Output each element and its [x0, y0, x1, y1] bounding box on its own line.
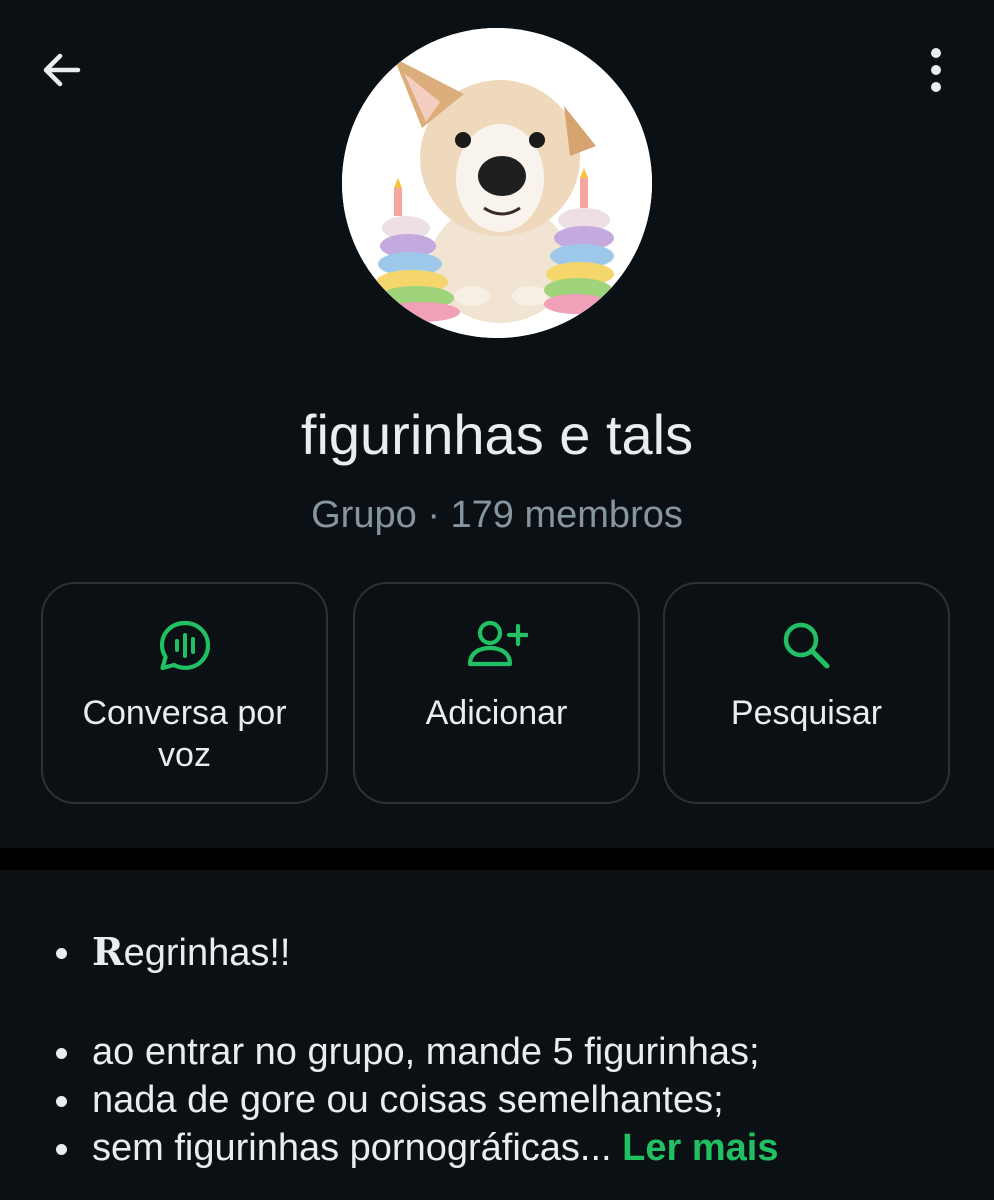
group-info-screen: figurinhas e tals Grupo · 179 membros Co… — [0, 0, 994, 1200]
add-member-label: Adicionar — [425, 694, 568, 732]
rule-item: sem figurinhas pornográficas... Ler mais — [0, 1124, 994, 1172]
vertical-dots-icon — [931, 48, 941, 92]
arrow-left-icon — [43, 53, 81, 87]
puppy-with-cake-photo — [342, 28, 652, 338]
rule-item: nada de gore ou coisas semelhantes; — [0, 1076, 994, 1124]
search-icon — [783, 622, 829, 669]
description-heading: Regrinhas!! — [0, 928, 994, 976]
group-type-label: Grupo — [311, 494, 417, 536]
voice-chat-icon — [159, 620, 210, 671]
heading-rest: egrinhas!! — [123, 932, 291, 974]
subtitle-separator: · — [427, 494, 440, 536]
search-button[interactable]: Pesquisar — [663, 582, 950, 804]
quick-actions: Conversa por voz Adicionar Pesquisar — [41, 582, 953, 808]
rule-text: nada de gore ou coisas semelhantes; — [92, 1079, 724, 1121]
bullet-dot — [56, 1096, 67, 1107]
read-more-link[interactable]: Ler mais — [622, 1127, 778, 1169]
rule-item: ao entrar no grupo, mande 5 figurinhas; — [0, 1028, 994, 1076]
section-divider — [0, 848, 994, 870]
back-button[interactable] — [30, 40, 94, 100]
group-avatar[interactable] — [342, 28, 652, 338]
bullet-dot — [56, 1144, 67, 1155]
rule-text: sem figurinhas pornográficas... — [92, 1127, 612, 1169]
member-count: 179 membros — [450, 494, 683, 536]
group-subtitle: Grupo · 179 membros — [0, 492, 994, 538]
more-options-button[interactable] — [906, 40, 966, 100]
bullet-dot — [56, 948, 67, 959]
search-label: Pesquisar — [730, 694, 883, 732]
add-person-icon — [467, 620, 528, 667]
voice-chat-button[interactable]: Conversa por voz — [41, 582, 328, 804]
voice-chat-label: Conversa por voz — [82, 694, 287, 774]
group-name: figurinhas e tals — [300, 403, 694, 466]
add-member-button[interactable]: Adicionar — [353, 582, 640, 804]
bullet-dot — [56, 1048, 67, 1059]
group-description[interactable]: Regrinhas!! ao entrar no grupo, mande 5 … — [0, 870, 994, 1200]
heading-initial: R — [92, 929, 124, 974]
rule-text: ao entrar no grupo, mande 5 figurinhas; — [92, 1031, 760, 1073]
